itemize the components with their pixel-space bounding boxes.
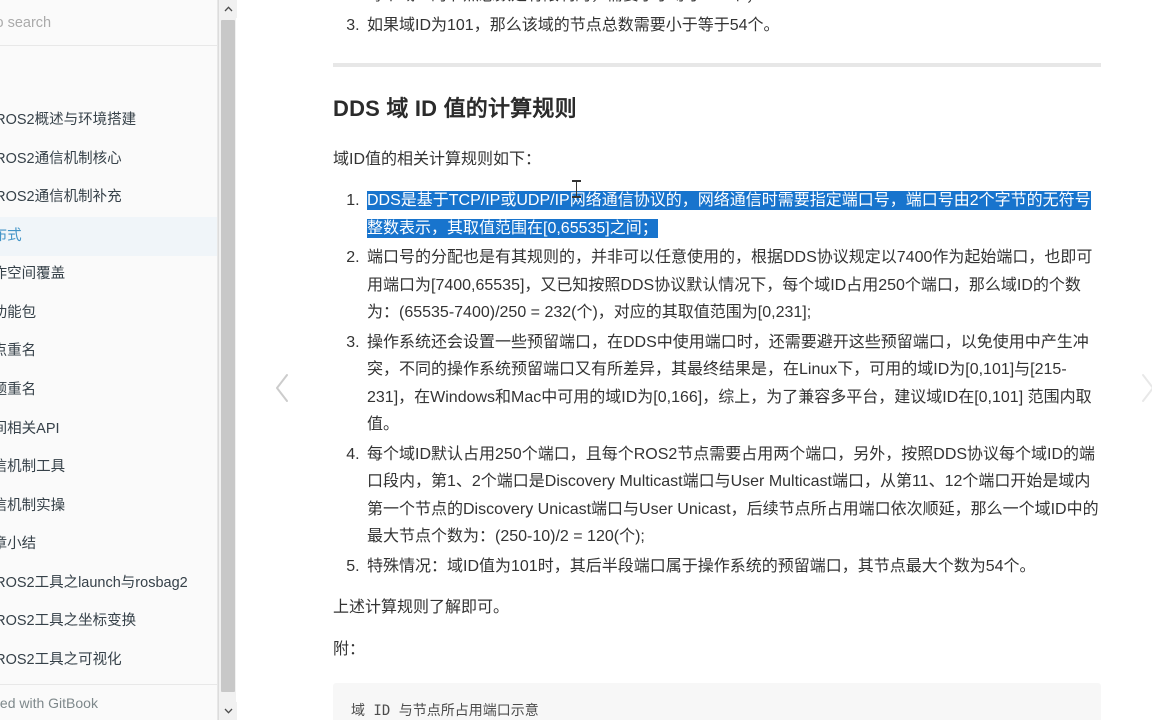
scrollbar-thumb[interactable] xyxy=(221,20,235,692)
sidebar-item-label: 4.6 时间相关API xyxy=(0,420,60,437)
rule-item-text: 操作系统还会设置一些预留端口，在DDS中使用端口时，还需要避开这些预留端口，以免… xyxy=(367,333,1092,434)
list-item-text: 每个域ID的节点总数是有限制的，需要小于等于120个； xyxy=(367,0,762,4)
sidebar-item-label: 第7章 ROS2工具之可视化 xyxy=(0,651,122,668)
sidebar-item-label: 4.8 通信机制实操 xyxy=(0,497,66,514)
closing-paragraph: 上述计算规则了解即可。 xyxy=(333,599,510,617)
sidebar-item-label: 第1章 ROS2概述与环境搭建 xyxy=(0,112,137,129)
sidebar-item-label: 第6章 ROS2工具之坐标变换 xyxy=(0,613,137,630)
page-body: 每个域ID的节点总数是有限制的，需要小于等于120个； 如果域ID为101，那么… xyxy=(333,0,1101,720)
main-content: 每个域ID的节点总数是有限制的，需要小于等于120个； 如果域ID为101，那么… xyxy=(237,0,1152,720)
rule-item-5: 特殊情况：域ID值为101时，其后半段端口属于操作系统的预留端口，其节点最大个数… xyxy=(364,553,1101,581)
sidebar-item-chapter-1[interactable]: 第1章 ROS2概述与环境搭建 xyxy=(0,102,217,141)
sidebar-item-4-4[interactable]: 4.4 节点重名 xyxy=(0,333,217,372)
sidebar-item-chapter-7[interactable]: 第7章 ROS2工具之可视化 xyxy=(0,641,217,680)
sidebar-item-4-5[interactable]: 4.5 话题重名 xyxy=(0,372,217,411)
top-carryover-list: 每个域ID的节点总数是有限制的，需要小于等于120个； 如果域ID为101，那么… xyxy=(333,0,1101,39)
sidebar-item-4-1-distributed[interactable]: 4.1 分布式 xyxy=(0,217,217,256)
rule-item-text: 每个域ID默认占用250个端口，且每个ROS2节点需要占用两个端口，另外，按照D… xyxy=(367,445,1099,546)
sidebar-item-4-8[interactable]: 4.8 通信机制实操 xyxy=(0,487,217,526)
section-divider xyxy=(333,63,1101,68)
sidebar-item-label: 第2章 ROS2通信机制核心 xyxy=(0,150,122,167)
sidebar-item-label: 第5章 ROS2工具之launch与rosbag2 xyxy=(0,574,188,591)
rule-item-3: 操作系统还会设置一些预留端口，在DDS中使用端口时，还需要避开这些预留端口，以免… xyxy=(364,329,1101,439)
sidebar-item-label: 第3章 ROS2通信机制补充 xyxy=(0,189,122,206)
sidebar-scrollbar[interactable] xyxy=(218,0,237,720)
code-block: 域 ID 与节点所占用端口示意 xyxy=(333,683,1101,720)
sidebar-item-4-3[interactable]: 4.3 元功能包 xyxy=(0,294,217,333)
sidebar-item-label: 4.9 本章小结 xyxy=(0,536,37,553)
sidebar-item-chapter-2[interactable]: 第2章 ROS2通信机制核心 xyxy=(0,140,217,179)
rule-item-text: 端口号的分配也是有其规则的，并非可以任意使用的，根据DDS协议规定以7400作为… xyxy=(367,249,1093,322)
next-page-arrow-icon[interactable] xyxy=(1128,372,1152,412)
sidebar-item-chapter-5[interactable]: 第5章 ROS2工具之launch与rosbag2 xyxy=(0,564,217,603)
list-item-text: 如果域ID为101，那么该域的节点总数需要小于等于54个。 xyxy=(367,16,780,34)
rule-item-1: DDS是基于TCP/IP或UDP/IP网络通信协议的，网络通信时需要指定端口号，… xyxy=(364,187,1101,242)
search-input[interactable] xyxy=(0,13,203,32)
sidebar-footer: Published with GitBook xyxy=(0,684,217,720)
list-item: 每个域ID的节点总数是有限制的，需要小于等于120个； xyxy=(364,0,1101,10)
sidebar-item-label: 4.4 节点重名 xyxy=(0,343,37,360)
sidebar: 简介 第1章 ROS2概述与环境搭建 第2章 ROS2通信机制核心 第3章 RO… xyxy=(0,0,218,720)
gitbook-credit-label: Published with GitBook xyxy=(0,694,98,711)
sidebar-nav-list: 简介 第1章 ROS2概述与环境搭建 第2章 ROS2通信机制核心 第3章 RO… xyxy=(0,46,217,680)
sidebar-item-4-9[interactable]: 4.9 本章小结 xyxy=(0,526,217,565)
sidebar-item-label: 4.2 工作空间覆盖 xyxy=(0,266,66,283)
page-title: DDS 域 ID 值的计算规则 xyxy=(333,96,577,122)
intro-paragraph: 域ID值的相关计算规则如下： xyxy=(333,150,542,168)
sidebar-item-label: 4.7 通信机制工具 xyxy=(0,459,66,476)
rule-item-2: 端口号的分配也是有其规则的，并非可以任意使用的，根据DDS协议规定以7400作为… xyxy=(364,244,1101,327)
sidebar-item-intro[interactable]: 简介 xyxy=(0,63,217,102)
sidebar-item-chapter-3[interactable]: 第3章 ROS2通信机制补充 xyxy=(0,179,217,218)
scroll-down-arrow-icon[interactable] xyxy=(219,702,237,720)
sidebar-item-chapter-6[interactable]: 第6章 ROS2工具之坐标变换 xyxy=(0,603,217,642)
rule-item-4: 每个域ID默认占用250个端口，且每个ROS2节点需要占用两个端口，另外，按照D… xyxy=(364,441,1101,551)
scroll-up-arrow-icon[interactable] xyxy=(219,0,237,18)
code-block-text: 域 ID 与节点所占用端口示意 xyxy=(351,703,539,720)
sidebar-item-4-7[interactable]: 4.7 通信机制工具 xyxy=(0,449,217,488)
sidebar-item-4-2[interactable]: 4.2 工作空间覆盖 xyxy=(0,256,217,295)
sidebar-item-label: 4.5 话题重名 xyxy=(0,382,37,398)
selected-text: DDS是基于TCP/IP或UDP/IP网络通信协议的，网络通信时需要指定端口号，… xyxy=(367,191,1091,238)
previous-page-arrow-icon[interactable] xyxy=(262,372,302,412)
app-root: 简介 第1章 ROS2概述与环境搭建 第2章 ROS2通信机制核心 第3章 RO… xyxy=(0,0,1152,720)
sidebar-item-4-6[interactable]: 4.6 时间相关API xyxy=(0,410,217,449)
rule-item-text: 特殊情况：域ID值为101时，其后半段端口属于操作系统的预留端口，其节点最大个数… xyxy=(367,557,1036,575)
attachment-label: 附： xyxy=(333,640,366,658)
sidebar-item-label: 4.1 分布式 xyxy=(0,227,22,244)
sidebar-item-label: 4.3 元功能包 xyxy=(0,304,37,321)
list-item: 如果域ID为101，那么该域的节点总数需要小于等于54个。 xyxy=(364,12,1101,40)
sidebar-search-container xyxy=(0,0,217,46)
rules-list: DDS是基于TCP/IP或UDP/IP网络通信协议的，网络通信时需要指定端口号，… xyxy=(333,187,1101,580)
